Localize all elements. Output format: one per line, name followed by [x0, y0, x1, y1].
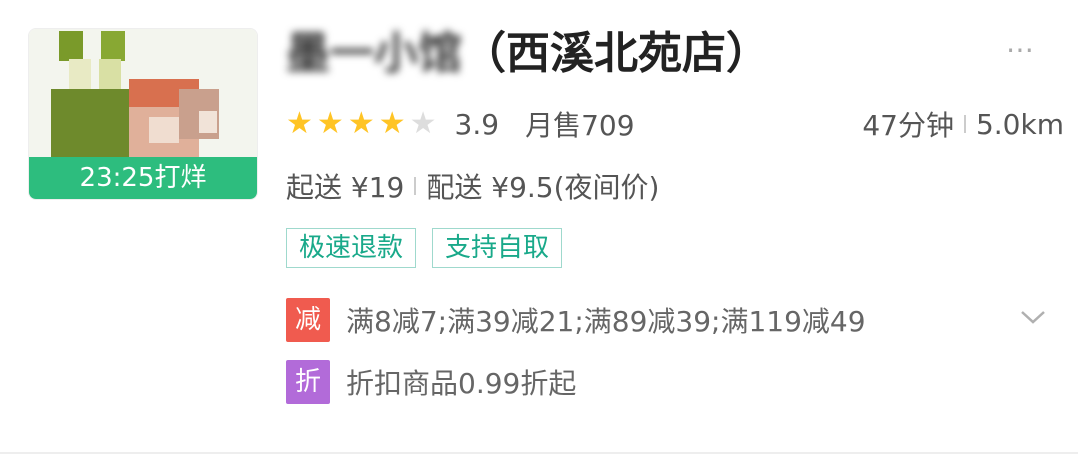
star-rating: ★ ★ ★ ★ ★: [286, 109, 441, 139]
store-card[interactable]: 23:25打烊 墨一小馆（西溪北苑店） ⋯ ★ ★ ★ ★ ★ 3.9 月售709 47…: [0, 0, 1078, 454]
monthly-sales: 月售709: [525, 109, 635, 142]
divider: [963, 115, 966, 133]
star-filled-icon: ★: [378, 106, 406, 141]
store-title[interactable]: 墨一小馆（西溪北苑店）: [286, 24, 770, 84]
delivery-distance: 5.0km: [975, 107, 1064, 141]
promo-discount-row[interactable]: 减 满8减7;满39减21;满89减39;满119减49: [286, 298, 866, 342]
promo-discount-text: 满8减7;满39减21;满89减39;满119减49: [346, 305, 866, 338]
minimum-order: 起送 ¥19: [286, 171, 405, 204]
fee-row: 起送 ¥19 配送 ¥9.5(夜间价): [286, 166, 659, 206]
star-filled-icon: ★: [316, 106, 344, 141]
star-filled-icon: ★: [286, 106, 313, 141]
star-filled-icon: ★: [347, 106, 375, 141]
rating-row: ★ ★ ★ ★ ★ 3.9 月售709: [286, 104, 635, 144]
star-empty-icon: ★: [409, 106, 437, 141]
more-options-icon[interactable]: ⋯: [1006, 36, 1038, 64]
rating-score: 3.9: [454, 107, 500, 141]
store-branch: （西溪北苑店）: [462, 28, 770, 79]
promo-sale-row[interactable]: 折 折扣商品0.99折起: [286, 360, 576, 404]
store-image: [29, 29, 257, 157]
divider: [414, 177, 417, 195]
discount-icon: 减: [286, 298, 330, 342]
store-name-blurred: 墨一小馆: [286, 28, 462, 79]
closing-time-badge: 23:25打烊: [29, 157, 257, 199]
sale-icon: 折: [286, 360, 330, 404]
promo-sale-text: 折扣商品0.99折起: [346, 367, 577, 400]
delivery-info: 47分钟 5.0km: [862, 104, 1064, 144]
tag-fast-refund: 极速退款: [286, 228, 417, 268]
delivery-fee: 配送 ¥9.5(夜间价): [426, 171, 660, 204]
delivery-time: 47分钟: [862, 109, 954, 142]
store-thumbnail[interactable]: 23:25打烊: [28, 28, 258, 200]
tag-self-pickup: 支持自取: [432, 228, 563, 268]
chevron-down-icon[interactable]: [1018, 302, 1048, 332]
service-tags: 极速退款 支持自取: [286, 228, 578, 268]
